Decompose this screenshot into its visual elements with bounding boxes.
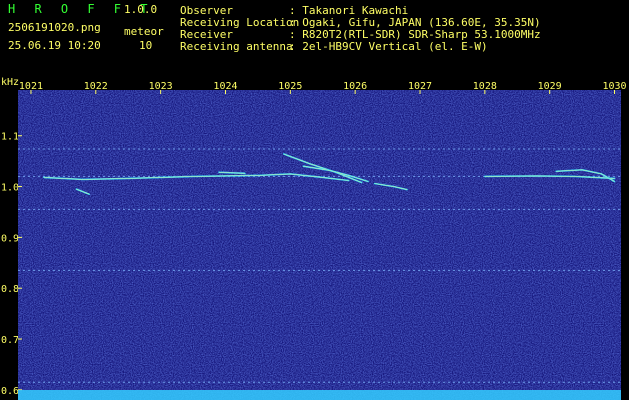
bottom-noise-band (18, 390, 621, 400)
y-axis-unit: kHz (1, 77, 19, 88)
y-tick-label: 0.7 (1, 335, 19, 346)
y-tick-label: 0.6 (1, 386, 19, 397)
y-tick-label: 1.1 (1, 132, 19, 143)
noise-texture (18, 90, 621, 400)
y-tick-label: 1.0 (1, 183, 19, 194)
y-tick-label: 0.8 (1, 284, 19, 295)
y-tick-label: 0.9 (1, 233, 19, 244)
spectrogram-plot (18, 90, 621, 400)
